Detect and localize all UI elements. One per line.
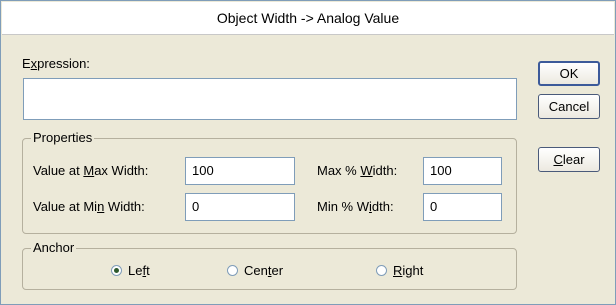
properties-legend: Properties	[31, 130, 95, 145]
max-width-label: Value at Max Width:	[33, 163, 149, 178]
min-percent-width-input[interactable]: 0	[423, 193, 502, 221]
anchor-right-radio[interactable]: Right	[376, 263, 423, 278]
dialog-window: Object Width -> Analog Value Expression:…	[0, 0, 616, 305]
expression-input[interactable]	[23, 78, 517, 120]
clear-button[interactable]: Clear	[538, 147, 600, 172]
ok-button-label: OK	[559, 66, 579, 81]
min-width-input[interactable]: 0	[185, 193, 295, 221]
expression-label: Expression:	[22, 56, 90, 71]
ok-button[interactable]: OK	[538, 61, 600, 86]
max-percent-width-label: Max % Width:	[317, 163, 398, 178]
anchor-left-radio[interactable]: Left	[111, 263, 150, 278]
anchor-legend: Anchor	[31, 240, 77, 255]
radio-selected-icon[interactable]	[111, 265, 122, 276]
max-width-input[interactable]: 100	[185, 157, 295, 185]
radio-unselected-icon[interactable]	[376, 265, 387, 276]
cancel-button-label: Cancel	[548, 99, 590, 114]
dialog-title-bar[interactable]: Object Width -> Analog Value	[2, 2, 614, 35]
anchor-center-radio[interactable]: Center	[227, 263, 283, 278]
dialog-title: Object Width -> Analog Value	[216, 10, 400, 26]
clear-button-label: Clear	[553, 152, 585, 167]
radio-unselected-icon[interactable]	[227, 265, 238, 276]
anchor-left-label: Left	[128, 263, 150, 278]
anchor-right-label: Right	[393, 263, 424, 278]
min-width-label: Value at Min Width:	[33, 199, 145, 214]
min-percent-width-label: Min % Width:	[317, 199, 394, 214]
max-percent-width-input[interactable]: 100	[423, 157, 502, 185]
anchor-center-label: Center	[244, 263, 284, 278]
cancel-button[interactable]: Cancel	[538, 94, 600, 119]
